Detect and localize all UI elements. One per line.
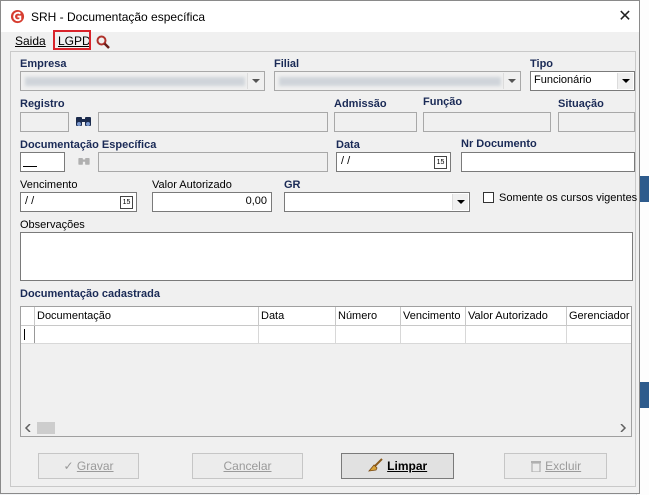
observacoes-label: Observações — [20, 219, 85, 231]
excluir-button[interactable]: Excluir — [504, 453, 607, 479]
scrollbar-thumb[interactable] — [37, 422, 55, 434]
menu-saida[interactable]: Saida — [15, 34, 46, 48]
filial-select[interactable] — [274, 71, 521, 91]
registro-input[interactable] — [20, 112, 69, 132]
documentacao-cadastrada-label: Documentação cadastrada — [20, 288, 160, 300]
documentacao-grid[interactable]: Documentação Data Número Vencimento Valo… — [20, 306, 632, 437]
vencimento-input[interactable]: / / 15 — [20, 192, 137, 212]
redacted-value — [279, 77, 501, 86]
cancelar-label: Cancelar — [223, 459, 272, 473]
limpar-label: Limpar — [387, 459, 428, 473]
nr-documento-label: Nr Documento — [461, 138, 537, 150]
data-label: Data — [336, 139, 360, 151]
gr-select[interactable] — [284, 192, 470, 212]
situacao-input[interactable] — [558, 112, 635, 132]
somente-cursos-label: Somente os cursos vigentes — [499, 192, 638, 204]
valor-autorizado-value: 0,00 — [245, 195, 267, 207]
vencimento-label: Vencimento — [20, 179, 78, 191]
row-indicator — [21, 326, 35, 343]
table-row[interactable] — [21, 326, 631, 344]
cancelar-button[interactable]: Cancelar — [192, 453, 303, 479]
lgpd-highlight-box — [53, 30, 91, 50]
grid-cell[interactable] — [336, 326, 401, 343]
documentacao-especifica-label: Documentação Específica — [20, 139, 157, 151]
grid-cell[interactable] — [401, 326, 466, 343]
grid-cell[interactable] — [466, 326, 567, 343]
empresa-label: Empresa — [20, 58, 67, 70]
broom-icon — [367, 458, 383, 472]
grid-column-header[interactable]: Vencimento — [401, 307, 466, 325]
tipo-select[interactable]: Funcionário — [530, 71, 635, 91]
grid-header: Documentação Data Número Vencimento Valo… — [21, 307, 631, 326]
row-cursor — [24, 329, 25, 340]
calendar-icon[interactable]: 15 — [434, 156, 447, 169]
documentacao-descricao-input[interactable] — [98, 152, 328, 172]
limpar-button[interactable]: Limpar — [341, 453, 454, 479]
dialog-window: SRH - Documentação específica ✕ Saida LG… — [0, 0, 640, 494]
grid-cell[interactable] — [567, 326, 631, 343]
title-bar: SRH - Documentação específica ✕ — [1, 1, 639, 32]
binoculars-disabled-icon — [78, 158, 90, 165]
tipo-value: Funcionário — [534, 74, 592, 86]
excluir-label: Excluir — [545, 459, 582, 473]
documentacao-codigo-input[interactable] — [20, 152, 65, 172]
gr-label: GR — [284, 179, 301, 191]
chevron-down-icon[interactable] — [452, 194, 468, 210]
valor-autorizado-input[interactable]: 0,00 — [152, 192, 272, 212]
nr-documento-input[interactable] — [461, 152, 635, 172]
grid-column-header[interactable]: Gerenciador — [567, 307, 631, 325]
situacao-label: Situação — [558, 98, 604, 110]
scroll-right-icon[interactable] — [619, 424, 627, 432]
gravar-button[interactable]: ✓ Gravar — [38, 453, 139, 479]
admissao-label: Admissão — [334, 98, 387, 110]
somente-cursos-checkbox[interactable] — [483, 192, 494, 203]
grid-cell[interactable] — [259, 326, 336, 343]
vencimento-value: / / — [25, 195, 35, 207]
close-icon[interactable]: ✕ — [611, 4, 639, 30]
data-input[interactable]: / / 15 — [336, 152, 451, 172]
chevron-down-icon[interactable] — [617, 73, 633, 89]
chevron-down-icon[interactable] — [247, 73, 263, 89]
grid-indicator-header — [21, 307, 35, 325]
grid-column-header[interactable]: Documentação — [35, 307, 259, 325]
grid-column-header[interactable]: Data — [259, 307, 336, 325]
calendar-icon[interactable]: 15 — [120, 196, 133, 209]
tipo-label: Tipo — [530, 58, 554, 70]
funcao-label: Função — [423, 96, 463, 108]
registro-nome-input[interactable] — [98, 112, 328, 132]
observacoes-textarea[interactable] — [20, 232, 633, 281]
filial-label: Filial — [274, 58, 300, 70]
menu-saida-label: Saida — [15, 34, 46, 48]
grid-column-header[interactable]: Valor Autorizado — [466, 307, 567, 325]
app-logo-icon — [10, 9, 25, 24]
empresa-select[interactable] — [20, 71, 265, 91]
window-title: SRH - Documentação específica — [31, 10, 206, 24]
valor-autorizado-label: Valor Autorizado — [152, 179, 232, 191]
redacted-value — [25, 77, 245, 86]
admissao-input[interactable] — [334, 112, 417, 132]
input-cursor — [23, 166, 37, 167]
gravar-label: Gravar — [76, 459, 114, 473]
funcao-input[interactable] — [423, 112, 551, 132]
grid-column-header[interactable]: Número — [336, 307, 401, 325]
grid-cell[interactable] — [35, 326, 259, 343]
registro-label: Registro — [20, 98, 65, 110]
trash-icon — [530, 461, 541, 473]
grid-horizontal-scrollbar[interactable] — [21, 420, 631, 436]
checkmark-icon: ✓ — [63, 459, 74, 473]
binoculars-icon[interactable] — [75, 113, 92, 129]
chevron-down-icon[interactable] — [503, 73, 519, 89]
data-value: / / — [341, 155, 351, 167]
scroll-left-icon[interactable] — [24, 424, 32, 432]
search-icon[interactable] — [96, 35, 110, 49]
